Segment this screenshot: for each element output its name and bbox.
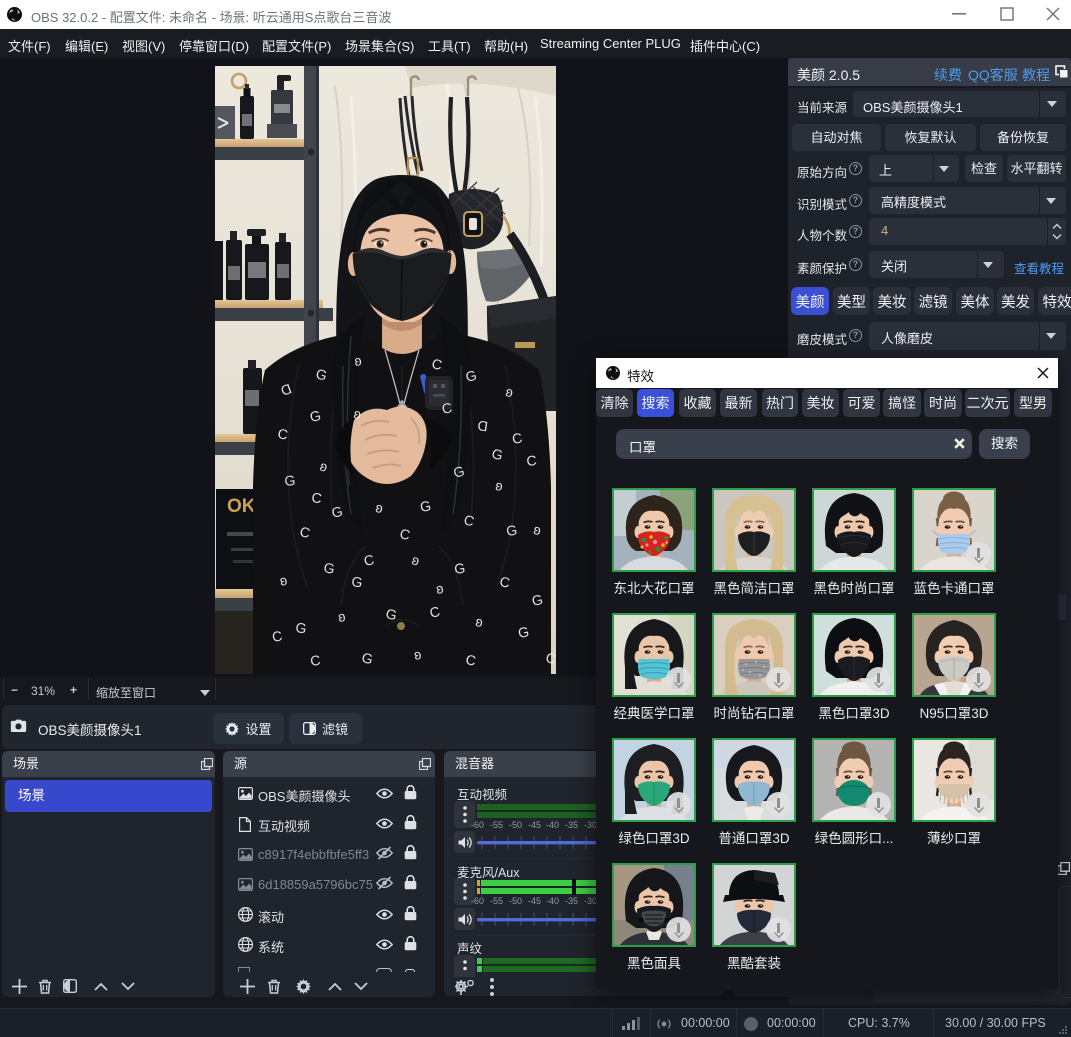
svg-text:G: G xyxy=(351,573,364,590)
svg-text:OK: OK xyxy=(227,496,256,517)
svg-text:C: C xyxy=(526,452,538,469)
svg-text:G: G xyxy=(295,619,308,636)
svg-text:G: G xyxy=(284,472,297,489)
svg-text:G: G xyxy=(505,522,518,539)
svg-text:G: G xyxy=(453,560,466,577)
